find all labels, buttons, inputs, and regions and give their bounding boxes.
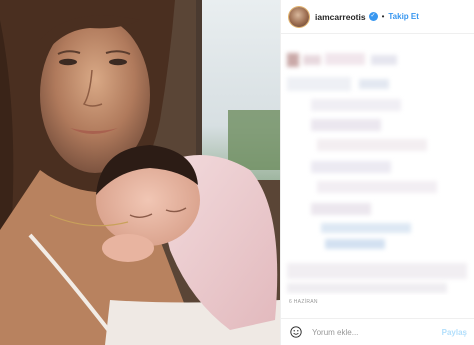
instagram-post-embed: iamcarreotis ✓ • Takip Et 6 HAZİRAN Payl… [0,0,474,345]
blurred-block [317,139,427,151]
blurred-block [287,283,447,293]
blurred-caption-blocks [281,35,474,295]
blurred-block [311,119,381,131]
verified-badge-icon: ✓ [368,12,378,21]
follow-button[interactable]: Takip Et [388,12,419,21]
post-side-panel: iamcarreotis ✓ • Takip Et 6 HAZİRAN Payl… [280,0,474,345]
blurred-block [287,263,467,279]
blurred-block [359,79,389,89]
username-link[interactable]: iamcarreotis [315,12,366,22]
post-header: iamcarreotis ✓ • Takip Et [281,0,474,34]
post-photo [0,0,280,345]
blurred-block [311,99,401,111]
blurred-block [311,203,371,215]
blurred-block [325,53,365,65]
header-separator: • [381,12,385,21]
blurred-block [287,77,351,91]
comment-bar: Paylaş [281,318,474,345]
blurred-block [321,223,411,233]
blurred-block [287,53,299,67]
blurred-block [317,181,437,193]
blurred-block [303,55,321,65]
blurred-block [325,239,385,249]
post-date: 6 HAZİRAN [289,299,318,305]
share-button[interactable]: Paylaş [442,328,467,337]
blurred-block [311,161,391,173]
blurred-block [371,55,397,65]
blurred-caption-area [281,35,474,295]
photo-illustration [0,0,280,345]
avatar[interactable] [289,6,309,27]
emoji-icon[interactable] [290,326,302,338]
comment-input[interactable] [312,327,422,337]
